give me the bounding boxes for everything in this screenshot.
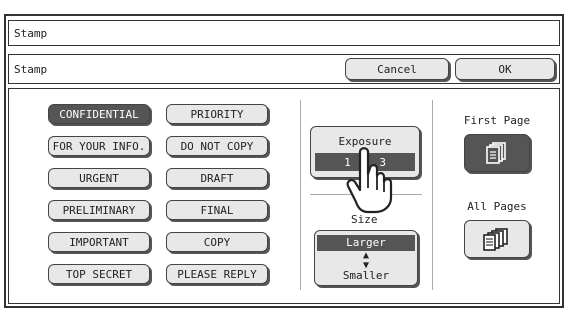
stamp-option-copy[interactable]: COPY: [166, 232, 268, 252]
stamp-option-label: CONFIDENTIAL: [59, 107, 139, 121]
stamp-option-do-not-copy[interactable]: DO NOT COPY: [166, 136, 268, 156]
cancel-button-label: Cancel: [377, 62, 417, 76]
header-title: Stamp: [14, 63, 48, 76]
cancel-button[interactable]: Cancel: [345, 58, 449, 80]
divider: [300, 100, 301, 290]
stamp-option-label: URGENT: [79, 171, 119, 185]
stamp-option-for-your-info[interactable]: FOR YOUR INFO.: [48, 136, 150, 156]
hand-pointer-icon: [346, 147, 393, 214]
stamp-option-final[interactable]: FINAL: [166, 200, 268, 220]
stamp-option-label: PRIORITY: [190, 107, 244, 121]
stamp-option-label: DO NOT COPY: [180, 139, 254, 153]
smaller-label: Smaller: [342, 269, 390, 282]
header-bar: Stamp Cancel OK: [8, 54, 560, 84]
window-title-bar: Stamp: [8, 20, 560, 46]
divider: [432, 100, 433, 290]
all-pages-label: All Pages: [467, 200, 527, 213]
all-pages-button[interactable]: [464, 220, 530, 258]
stamp-option-please-reply[interactable]: PLEASE REPLY: [166, 264, 268, 284]
stamp-option-preliminary[interactable]: PRELIMINARY: [48, 200, 150, 220]
copy-stack-icon: [483, 228, 508, 251]
stamp-option-label: PLEASE REPLY: [177, 267, 257, 281]
first-page-label: First Page: [463, 114, 531, 127]
stamp-option-label: FOR YOUR INFO.: [52, 139, 146, 153]
stamp-option-label: PRELIMINARY: [62, 203, 136, 217]
stamp-option-label: FINAL: [200, 203, 234, 217]
stamp-option-confidential[interactable]: CONFIDENTIAL: [48, 104, 150, 124]
first-page-button[interactable]: [464, 134, 530, 172]
stamp-option-important[interactable]: IMPORTANT: [48, 232, 150, 252]
stamp-option-urgent[interactable]: URGENT: [48, 168, 150, 188]
stamp-option-top-secret[interactable]: TOP SECRET: [48, 264, 150, 284]
stamp-option-draft[interactable]: DRAFT: [166, 168, 268, 188]
stamp-option-label: TOP SECRET: [65, 267, 133, 281]
copy-stack-icon: [486, 142, 506, 164]
stamp-option-label: COPY: [203, 235, 231, 249]
ok-button[interactable]: OK: [455, 58, 555, 80]
stamp-option-label: DRAFT: [200, 171, 234, 185]
stamp-option-priority[interactable]: PRIORITY: [166, 104, 268, 124]
window-title: Stamp: [14, 27, 48, 40]
larger-label: Larger: [317, 235, 415, 251]
stamp-option-label: IMPORTANT: [69, 235, 129, 249]
ok-button-label: OK: [498, 62, 512, 76]
up-down-arrow-icon: ▲ ▼: [362, 250, 370, 271]
size-button[interactable]: Larger ▲ ▼ Smaller: [314, 230, 418, 286]
